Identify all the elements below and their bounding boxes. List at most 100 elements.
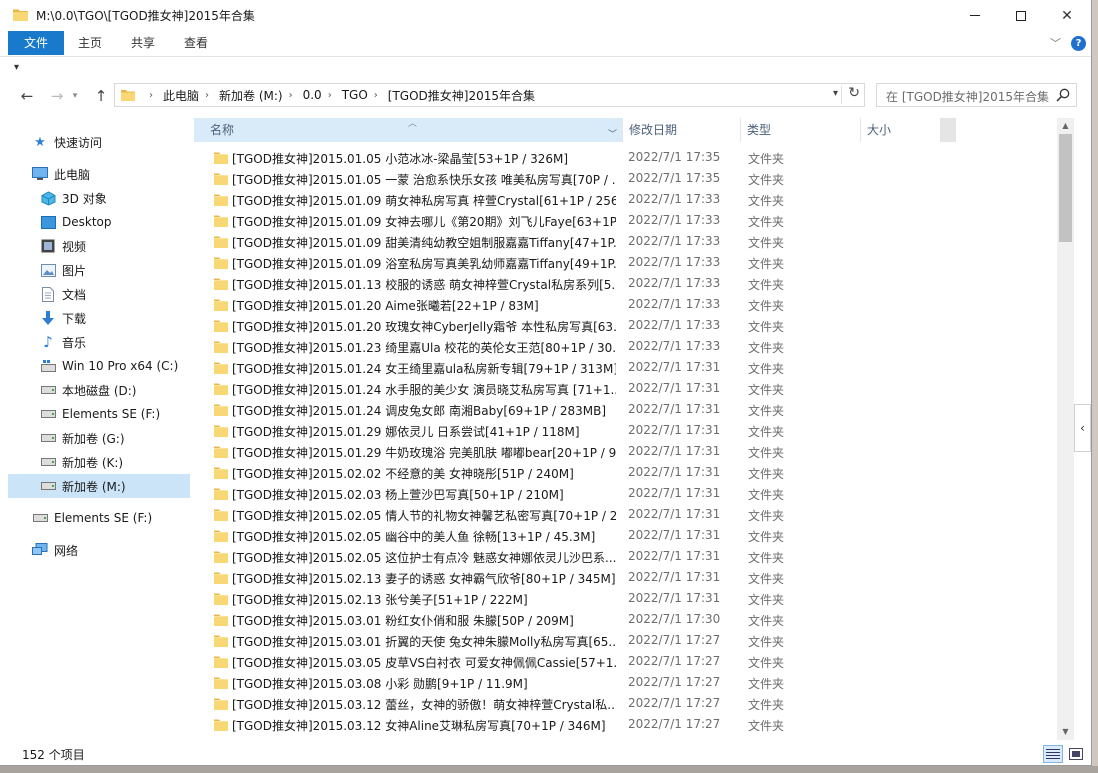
breadcrumb-folder-tgo[interactable]: TGO (342, 88, 368, 102)
table-row[interactable]: [TGOD推女神]2015.01.13 校服的诱惑 萌女神梓萱Crystal私房… (194, 274, 1074, 295)
table-row[interactable]: [TGOD推女神]2015.01.24 调皮兔女郎 南湘Baby[69+1P /… (194, 400, 1074, 421)
table-row[interactable]: [TGOD推女神]2015.02.13 妻子的诱惑 女神霸气欣爷[80+1P /… (194, 568, 1074, 589)
maximize-button[interactable] (998, 0, 1044, 31)
table-row[interactable]: [TGOD推女神]2015.01.29 牛奶玫瑰浴 完美肌肤 嘟嘟bear[20… (194, 442, 1074, 463)
table-row[interactable]: [TGOD推女神]2015.03.01 粉红女仆俏和服 朱朦[50P / 209… (194, 610, 1074, 631)
nav-quick-access[interactable]: ★ 快速访问 (32, 130, 102, 154)
table-row[interactable]: [TGOD推女神]2015.01.09 甜美清纯幼教空姐制服嘉嘉Tiffany[… (194, 232, 1074, 253)
breadcrumb-separator-icon[interactable]: › (149, 90, 153, 101)
table-row[interactable]: [TGOD推女神]2015.02.02 不经意的美 女神晓彤[51P / 240… (194, 463, 1074, 484)
table-row[interactable]: [TGOD推女神]2015.01.23 绮里嘉Ula 校花的英伦女王范[80+1… (194, 337, 1074, 358)
breadcrumb-separator-icon[interactable]: › (328, 90, 332, 101)
tab-view[interactable]: 查看 (172, 31, 220, 55)
table-row[interactable]: [TGOD推女神]2015.01.24 水手服的美少女 演员晓艾私房写真 [71… (194, 379, 1074, 400)
windows-drive-icon (40, 358, 56, 374)
tab-home[interactable]: 主页 (68, 31, 112, 55)
quick-access-toolbar-dropdown-icon[interactable]: ▾ (14, 62, 19, 73)
table-row[interactable]: [TGOD推女神]2015.01.09 浴室私房写真美乳幼师嘉嘉Tiffany[… (194, 253, 1074, 274)
nav-music[interactable]: ♪ 音乐 (40, 330, 86, 354)
search-input[interactable]: 在 [TGOD推女神]2015年合集 中搜索 (886, 88, 1052, 105)
details-view-button[interactable] (1043, 745, 1063, 763)
refresh-icon[interactable]: ↻ (848, 85, 860, 101)
expand-ribbon-chevron-icon[interactable]: ﹀ (1050, 35, 1061, 51)
vertical-scrollbar[interactable]: ▲ ▼ (1057, 118, 1074, 740)
table-row[interactable]: [TGOD推女神]2015.01.05 小范冰冰-梁晶莹[53+1P / 326… (194, 148, 1074, 169)
address-divider (841, 86, 842, 104)
nav-downloads[interactable]: 下载 (40, 306, 86, 330)
up-button[interactable]: ↑ (90, 85, 112, 107)
help-icon[interactable]: ? (1071, 36, 1086, 51)
breadcrumb-current-folder[interactable]: [TGOD推女神]2015年合集 (388, 87, 535, 104)
file-type: 文件夹 (748, 278, 785, 292)
file-type: 文件夹 (748, 383, 785, 397)
column-header-size[interactable]: 大小 (860, 118, 940, 142)
column-header-name[interactable]: 名称 ︿ ﹀ (194, 118, 622, 142)
nav-drive-d[interactable]: 本地磁盘 (D:) (40, 378, 136, 402)
table-row[interactable]: [TGOD推女神]2015.02.05 这位护士有点冷 魅惑女神娜依灵儿沙巴系.… (194, 547, 1074, 568)
table-row[interactable]: [TGOD推女神]2015.01.20 玫瑰女神CyberJelly霜爷 本性私… (194, 316, 1074, 337)
chevron-down-icon[interactable]: ﹀ (608, 123, 617, 147)
nav-drive-m[interactable]: 新加卷 (M:) (8, 474, 190, 498)
breadcrumb-separator-icon[interactable]: › (205, 90, 209, 101)
nav-drive-k[interactable]: 新加卷 (K:) (40, 450, 123, 474)
breadcrumb-separator-icon[interactable]: › (374, 90, 378, 101)
nav-3d-objects[interactable]: 3D 对象 (40, 186, 107, 210)
column-header-type[interactable]: 类型 (740, 118, 860, 142)
table-row[interactable]: [TGOD推女神]2015.03.08 小彩 勋鹏[9+1P / 11.9M] 2… (194, 673, 1074, 694)
breadcrumb-separator-icon[interactable]: › (289, 90, 293, 101)
table-row[interactable]: [TGOD推女神]2015.01.20 Aime张曦若[22+1P / 83M]… (194, 295, 1074, 316)
address-history-dropdown-icon[interactable]: ▾ (833, 88, 838, 99)
table-row[interactable]: [TGOD推女神]2015.01.05 一蒙 治愈系快乐女孩 唯美私房写真[70… (194, 169, 1074, 190)
folder-icon (214, 152, 228, 164)
forward-button[interactable]: → (46, 85, 68, 107)
table-row[interactable]: [TGOD推女神]2015.02.13 张兮美子[51+1P / 222M] 20… (194, 589, 1074, 610)
file-name: [TGOD推女神]2015.03.12 蕾丝，女神的骄傲！萌女神梓萱Crysta… (232, 698, 616, 712)
download-icon (40, 310, 56, 326)
scroll-thumb[interactable] (1059, 134, 1072, 242)
nav-drive-c[interactable]: Win 10 Pro x64 (C:) (40, 354, 178, 378)
large-icons-view-icon (1069, 748, 1083, 760)
table-row[interactable]: [TGOD推女神]2015.01.24 女王绮里嘉ula私房新专辑[79+1P … (194, 358, 1074, 379)
back-button[interactable]: ← (16, 85, 38, 107)
nav-item-label: 此电脑 (54, 167, 91, 182)
large-icons-view-button[interactable] (1066, 745, 1086, 763)
preview-pane-chevron-left-icon[interactable]: ‹ (1074, 404, 1091, 452)
search-icon[interactable] (1056, 88, 1070, 102)
table-row[interactable]: [TGOD推女神]2015.01.09 萌女神私房写真 梓萱Crystal[61… (194, 190, 1074, 211)
scroll-down-icon[interactable]: ▼ (1057, 724, 1074, 740)
table-row[interactable]: [TGOD推女神]2015.03.12 蕾丝，女神的骄傲！萌女神梓萱Crysta… (194, 694, 1074, 715)
table-row[interactable]: [TGOD推女神]2015.03.01 折翼的天使 兔女神朱朦Molly私房写真… (194, 631, 1074, 652)
close-button[interactable]: ✕ (1044, 0, 1090, 31)
picture-icon (40, 262, 56, 278)
search-box[interactable]: 在 [TGOD推女神]2015年合集 中搜索 (876, 83, 1077, 107)
table-row[interactable]: [TGOD推女神]2015.02.05 幽谷中的美人鱼 徐畅[13+1P / 4… (194, 526, 1074, 547)
table-row[interactable]: [TGOD推女神]2015.03.05 皮草VS白衬衣 可爱女神佩佩Cassie… (194, 652, 1074, 673)
column-header-date[interactable]: 修改日期 (622, 118, 740, 142)
table-row[interactable]: [TGOD推女神]2015.01.29 娜依灵儿 日系尝试[41+1P / 11… (194, 421, 1074, 442)
nav-drive-g[interactable]: 新加卷 (G:) (40, 426, 125, 450)
scroll-up-icon[interactable]: ▲ (1057, 118, 1074, 134)
breadcrumb-folder-0-0[interactable]: 0.0 (303, 88, 322, 102)
tab-share[interactable]: 共享 (120, 31, 166, 55)
table-row[interactable]: [TGOD推女神]2015.03.12 女神Aline艾琳私房写真[70+1P … (194, 715, 1074, 736)
table-row[interactable]: [TGOD推女神]2015.02.05 情人节的礼物女神馨艺私密写真[70+1P… (194, 505, 1074, 526)
nav-drive-f[interactable]: Elements SE (F:) (40, 402, 160, 426)
navigation-row: ← → ▾ ↑ › 此电脑 › 新加卷 (M:) › 0.0 › TGO › [… (0, 83, 1091, 109)
address-bar[interactable]: › 此电脑 › 新加卷 (M:) › 0.0 › TGO › [TGOD推女神]… (114, 83, 865, 107)
title-bar[interactable]: M:\0.0\TGO\[TGOD推女神]2015年合集 ✕ (0, 0, 1091, 31)
nav-desktop[interactable]: Desktop (40, 210, 112, 234)
tab-file[interactable]: 文件 (8, 31, 64, 55)
nav-pictures[interactable]: 图片 (40, 258, 86, 282)
nav-videos[interactable]: 视频 (40, 234, 86, 258)
table-row[interactable]: [TGOD推女神]2015.02.03 杨上萱沙巴写真[50+1P / 210M… (194, 484, 1074, 505)
nav-elements-se[interactable]: Elements SE (F:) (32, 506, 152, 530)
breadcrumb-drive-m[interactable]: 新加卷 (M:) (219, 87, 283, 104)
nav-this-pc[interactable]: 此电脑 (32, 162, 90, 186)
minimize-button[interactable] (952, 0, 998, 31)
recent-locations-button[interactable]: ▾ (68, 85, 82, 107)
nav-network[interactable]: 网络 (32, 538, 78, 562)
music-icon: ♪ (43, 333, 53, 351)
breadcrumb-this-pc[interactable]: 此电脑 (163, 87, 199, 104)
nav-documents[interactable]: 文档 (40, 282, 86, 306)
table-row[interactable]: [TGOD推女神]2015.01.09 女神去哪儿《第20期》刘飞儿Faye[6… (194, 211, 1074, 232)
